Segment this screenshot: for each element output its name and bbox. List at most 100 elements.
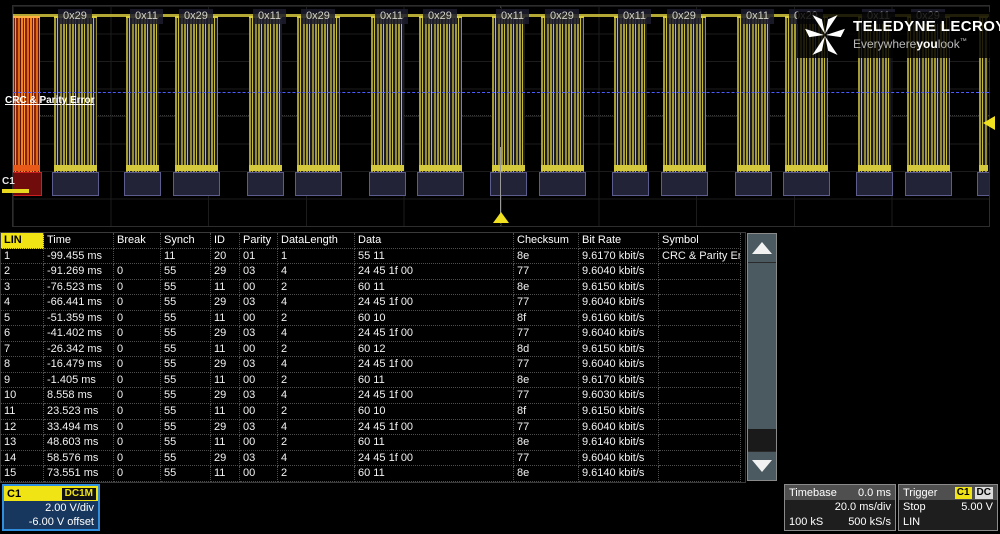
table-cell[interactable] <box>659 466 741 482</box>
table-cell[interactable] <box>659 264 741 280</box>
table-cell[interactable]: 12 <box>1 420 44 436</box>
table-cell[interactable]: 29 <box>211 264 240 280</box>
table-cell[interactable]: 2 <box>278 435 355 451</box>
table-cell[interactable]: 9.6170 kbit/s <box>579 373 659 389</box>
table-cell[interactable]: 7 <box>1 342 44 358</box>
table-cell[interactable]: 58.576 ms <box>44 451 114 467</box>
table-cell[interactable]: 0 <box>114 435 161 451</box>
table-cell[interactable]: 00 <box>240 280 278 296</box>
table-cell[interactable]: 55 <box>161 311 211 327</box>
table-cell[interactable]: 9 <box>1 373 44 389</box>
table-cell[interactable]: 8e <box>514 280 579 296</box>
table-cell[interactable]: 24 45 1f 00 <box>355 420 514 436</box>
decode-threshold-line[interactable] <box>13 92 989 93</box>
table-cell[interactable]: -99.455 ms <box>44 249 114 265</box>
channel-offset-marker[interactable] <box>2 189 29 193</box>
table-cell[interactable]: 15 <box>1 466 44 482</box>
table-cell[interactable]: 2 <box>1 264 44 280</box>
table-cell[interactable]: 9.6150 kbit/s <box>579 404 659 420</box>
table-cell[interactable]: 2 <box>278 342 355 358</box>
table-cell[interactable]: 55 <box>161 420 211 436</box>
table-cell[interactable]: 8e <box>514 466 579 482</box>
table-cell[interactable]: 9.6040 kbit/s <box>579 451 659 467</box>
table-cell[interactable]: 8e <box>514 435 579 451</box>
table-cell[interactable]: 77 <box>514 420 579 436</box>
table-cell[interactable]: 9.6140 kbit/s <box>579 435 659 451</box>
table-cell[interactable] <box>659 388 741 404</box>
table-cell[interactable] <box>659 404 741 420</box>
table-cell[interactable]: 03 <box>240 420 278 436</box>
table-cell[interactable]: 00 <box>240 466 278 482</box>
table-cell[interactable]: 29 <box>211 295 240 311</box>
table-cell[interactable]: 0 <box>114 295 161 311</box>
table-cell[interactable]: 1 <box>278 249 355 265</box>
table-cell[interactable]: 77 <box>514 451 579 467</box>
table-cell[interactable]: 0 <box>114 311 161 327</box>
table-cell[interactable]: 01 <box>240 249 278 265</box>
table-cell[interactable]: 03 <box>240 264 278 280</box>
table-cell[interactable]: -66.441 ms <box>44 295 114 311</box>
table-cell[interactable]: 03 <box>240 357 278 373</box>
table-cell[interactable]: 4 <box>278 295 355 311</box>
table-cell[interactable]: 9.6040 kbit/s <box>579 264 659 280</box>
table-cell[interactable]: 2 <box>278 404 355 420</box>
table-cell[interactable]: 9.6150 kbit/s <box>579 280 659 296</box>
table-cell[interactable]: 8e <box>514 373 579 389</box>
table-cell[interactable]: 03 <box>240 295 278 311</box>
table-cell[interactable]: 0 <box>114 420 161 436</box>
table-cell[interactable]: 77 <box>514 295 579 311</box>
table-cell[interactable]: 29 <box>211 451 240 467</box>
table-cell[interactable]: 77 <box>514 326 579 342</box>
table-cell[interactable] <box>659 295 741 311</box>
scroll-down-button[interactable] <box>748 451 776 480</box>
table-cell[interactable]: 9.6030 kbit/s <box>579 388 659 404</box>
table-cell[interactable]: -26.342 ms <box>44 342 114 358</box>
table-cell[interactable]: 20 <box>211 249 240 265</box>
table-cell[interactable]: 60 11 <box>355 280 514 296</box>
table-cell[interactable]: 0 <box>114 404 161 420</box>
table-cell[interactable]: 55 <box>161 451 211 467</box>
table-cell[interactable]: 8d <box>514 342 579 358</box>
table-cell[interactable]: 2 <box>278 466 355 482</box>
table-cell[interactable]: 00 <box>240 435 278 451</box>
table-cell[interactable]: 23.523 ms <box>44 404 114 420</box>
table-cell[interactable]: 60 12 <box>355 342 514 358</box>
table-cell[interactable]: 8f <box>514 404 579 420</box>
table-cell[interactable]: 0 <box>114 326 161 342</box>
scroll-up-button[interactable] <box>748 234 776 263</box>
table-cell[interactable]: 29 <box>211 420 240 436</box>
table-cell[interactable] <box>659 280 741 296</box>
table-cell[interactable]: 24 45 1f 00 <box>355 451 514 467</box>
table-cell[interactable]: 00 <box>240 404 278 420</box>
table-cell[interactable]: 0 <box>114 280 161 296</box>
table-cell[interactable]: 60 11 <box>355 466 514 482</box>
channel-descriptor-box[interactable]: C1 DC1M 2.00 V/div -6.00 V offset <box>2 484 100 531</box>
table-cell[interactable]: 77 <box>514 388 579 404</box>
table-cell[interactable]: 24 45 1f 00 <box>355 264 514 280</box>
table-cell[interactable]: 9.6160 kbit/s <box>579 311 659 327</box>
table-cell[interactable]: 55 <box>161 326 211 342</box>
table-cell[interactable]: -76.523 ms <box>44 280 114 296</box>
table-cell[interactable]: 9.6140 kbit/s <box>579 466 659 482</box>
table-cell[interactable]: 11 <box>211 404 240 420</box>
table-cell[interactable]: 60 11 <box>355 435 514 451</box>
protocol-header-cell[interactable]: LIN <box>1 233 44 249</box>
table-cell[interactable]: 29 <box>211 357 240 373</box>
table-cell[interactable]: 4 <box>278 264 355 280</box>
table-cell[interactable] <box>659 326 741 342</box>
table-cell[interactable]: 2 <box>278 311 355 327</box>
table-cell[interactable] <box>659 357 741 373</box>
table-scrollbar[interactable] <box>747 233 777 481</box>
table-cell[interactable]: -51.359 ms <box>44 311 114 327</box>
table-cell[interactable]: 00 <box>240 342 278 358</box>
scrollbar-thumb[interactable] <box>748 263 776 429</box>
trigger-time-marker-icon[interactable] <box>493 212 509 223</box>
table-cell[interactable]: 2 <box>278 373 355 389</box>
table-cell[interactable]: 55 <box>161 357 211 373</box>
table-cell[interactable]: 03 <box>240 388 278 404</box>
table-cell[interactable]: 73.551 ms <box>44 466 114 482</box>
table-cell[interactable]: 55 11 <box>355 249 514 265</box>
table-cell[interactable]: 55 <box>161 342 211 358</box>
table-cell[interactable]: 55 <box>161 295 211 311</box>
table-cell[interactable]: 55 <box>161 404 211 420</box>
